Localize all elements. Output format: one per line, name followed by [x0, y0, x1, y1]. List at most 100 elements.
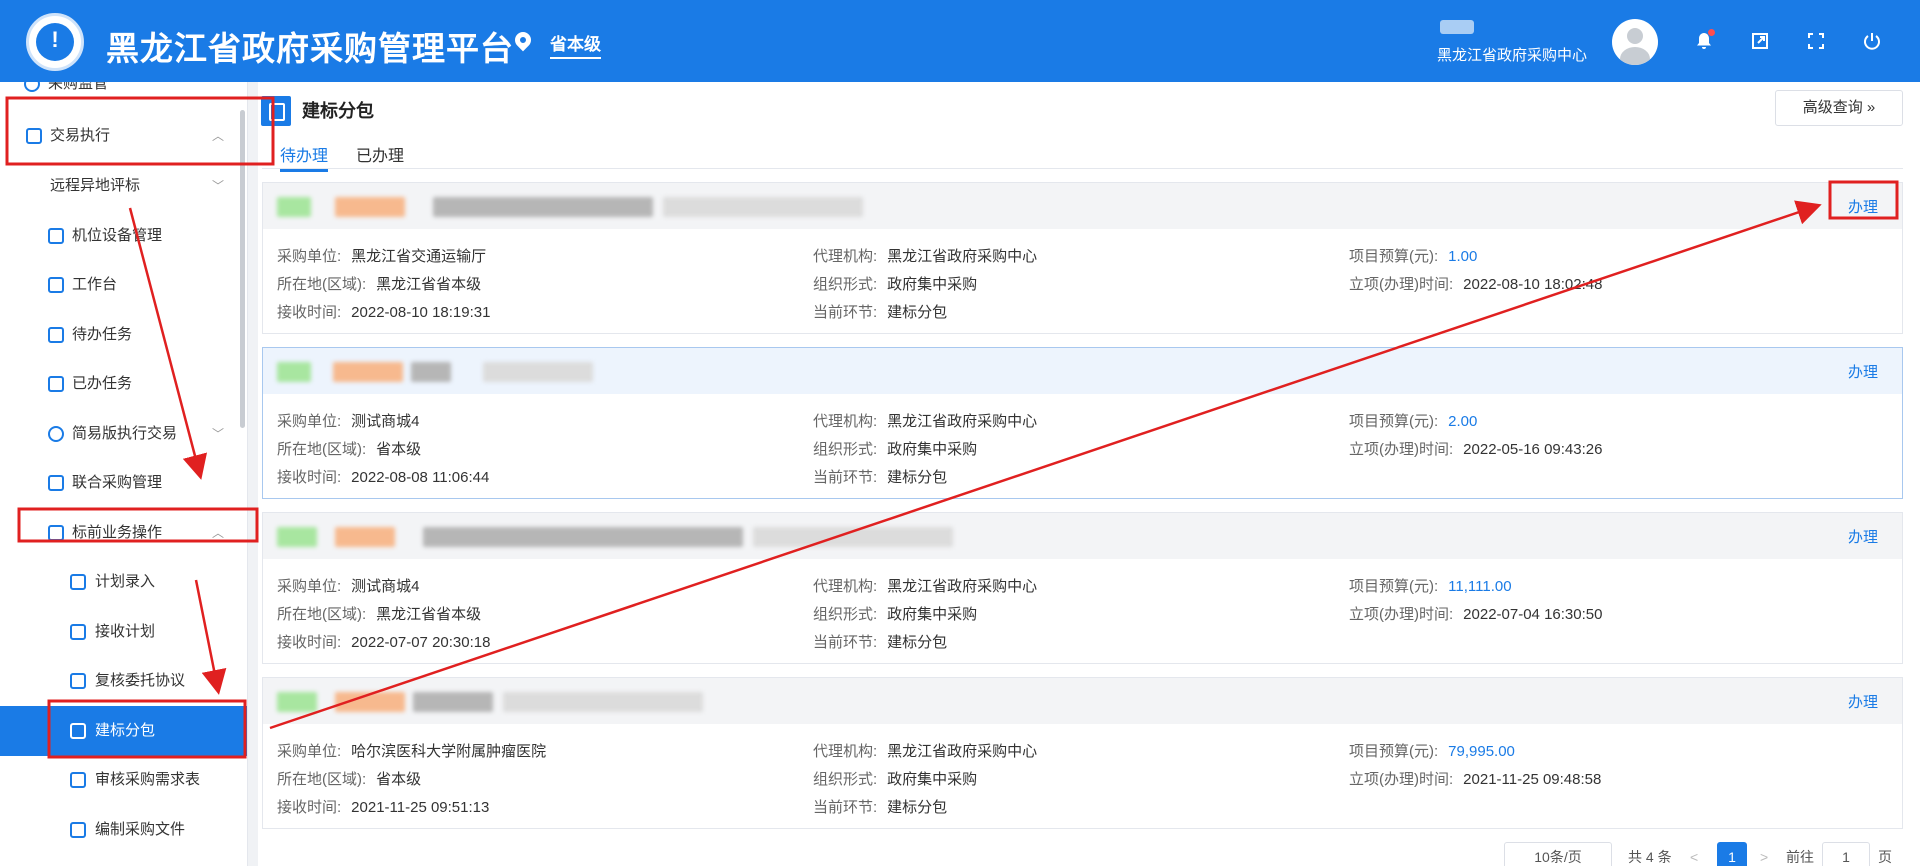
redacted-text	[413, 692, 493, 712]
field-region: 所在地(区域): 黑龙江省省本级	[277, 276, 482, 293]
edit-doc-icon	[261, 96, 291, 126]
top-header: 黑龙江省政府采购管理平台 省本级 黑龙江省政府采购中心	[0, 0, 1920, 82]
receive-icon	[70, 624, 86, 640]
sidebar: 采购监管 交易执行 ︿ 远程异地评标 ﹀ 机位设备管理 工作台 待办任务 已办任务 …	[0, 82, 248, 866]
sidebar-item-label: 联合采购管理	[72, 474, 163, 491]
sidebar-item-supervision[interactable]: 采购监管	[0, 82, 247, 104]
review-icon	[70, 673, 86, 689]
sidebar-item-done[interactable]: 已办任务	[0, 364, 247, 404]
sidebar-item-plan-entry[interactable]: 计划录入	[0, 562, 247, 602]
field-approval-time: 立项(办理)时间: 2022-08-10 18:02:48	[1349, 276, 1603, 293]
field-agency: 代理机构: 黑龙江省政府采购中心	[813, 413, 1038, 430]
todo-icon	[48, 327, 64, 343]
redacted-text	[423, 527, 743, 547]
device-icon	[48, 228, 64, 244]
handle-link[interactable]: 办理	[1848, 526, 1878, 547]
sidebar-item-label: 计划录入	[95, 573, 156, 590]
task-card: 办理 采购单位: 黑龙江省交通运输厅 代理机构: 黑龙江省政府采购中心 项目预算(元…	[262, 182, 1903, 334]
avatar[interactable]	[1612, 19, 1658, 65]
field-receive-time: 接收时间: 2021-11-25 09:51:13	[277, 799, 490, 816]
field-receive-time: 接收时间: 2022-08-08 11:06:44	[277, 469, 490, 486]
field-approval-time: 立项(办理)时间: 2021-11-25 09:48:58	[1349, 771, 1602, 788]
field-receive-time: 接收时间: 2022-08-10 18:19:31	[277, 304, 491, 321]
package-icon	[70, 723, 86, 739]
sidebar-item-workbench[interactable]: 工作台	[0, 265, 247, 305]
sidebar-item-label: 采购监管	[48, 82, 109, 92]
redacted-text	[277, 692, 317, 712]
sidebar-item-label: 接收计划	[95, 623, 156, 640]
redacted-text	[333, 362, 403, 382]
redacted-text	[483, 362, 593, 382]
sidebar-item-label: 已办任务	[72, 375, 133, 392]
field-purchaser: 采购单位: 黑龙江省交通运输厅	[277, 248, 487, 265]
sidebar-item-receive-plan[interactable]: 接收计划	[0, 612, 247, 652]
handle-link[interactable]: 办理	[1848, 361, 1878, 382]
advanced-search-button[interactable]: 高级查询 »	[1775, 90, 1903, 126]
region-selector[interactable]: 省本级	[550, 30, 601, 59]
sidebar-item-label: 简易版执行交易	[72, 425, 178, 442]
page-number-current[interactable]: 1	[1717, 842, 1747, 866]
done-icon	[48, 376, 64, 392]
user-name-blurred	[1440, 20, 1474, 34]
sidebar-item-compile-doc[interactable]: 编制采购文件	[0, 810, 247, 850]
field-budget: 项目预算(元): 11,111.00	[1349, 578, 1512, 595]
card-header: 办理	[263, 348, 1902, 394]
prev-page-icon[interactable]: <	[1690, 842, 1698, 866]
field-agency: 代理机构: 黑龙江省政府采购中心	[813, 743, 1038, 760]
field-region: 所在地(区域): 省本级	[277, 771, 422, 788]
sidebar-item-label: 远程异地评标	[50, 177, 141, 194]
joint-icon	[48, 475, 64, 491]
sidebar-item-device-mgmt[interactable]: 机位设备管理	[0, 216, 247, 256]
field-purchaser: 采购单位: 测试商城4	[277, 578, 420, 595]
power-icon[interactable]	[1862, 31, 1882, 51]
page-title: 建标分包	[302, 101, 374, 121]
external-window-icon[interactable]	[1750, 31, 1770, 51]
field-approval-time: 立项(办理)时间: 2022-07-04 16:30:50	[1349, 606, 1603, 623]
fullscreen-icon[interactable]	[1806, 31, 1826, 51]
redacted-text	[335, 692, 405, 712]
sidebar-item-label: 待办任务	[72, 326, 133, 343]
field-budget: 项目预算(元): 1.00	[1349, 248, 1478, 265]
task-card: 办理 采购单位: 测试商城4 代理机构: 黑龙江省政府采购中心 项目预算(元): 11…	[262, 512, 1903, 664]
goto-page-input[interactable]: 1	[1822, 842, 1870, 866]
sidebar-item-review-agreement[interactable]: 复核委托协议	[0, 661, 247, 701]
handle-link[interactable]: 办理	[1848, 691, 1878, 712]
chevron-down-icon: ﹀	[211, 179, 224, 193]
total-count: 共 4 条	[1628, 849, 1672, 865]
app-title: 黑龙江省政府采购管理平台	[106, 30, 514, 67]
sidebar-item-label: 编制采购文件	[95, 821, 186, 838]
handle-link[interactable]: 办理	[1848, 196, 1878, 217]
field-region: 所在地(区域): 省本级	[277, 441, 422, 458]
sidebar-item-package[interactable]: 建标分包	[0, 706, 247, 756]
clipboard-icon	[26, 128, 42, 144]
redacted-text	[753, 527, 953, 547]
sidebar-item-trade-execution[interactable]: 交易执行 ︿	[0, 116, 247, 156]
main-content: 建标分包 高级查询 » 待办理 已办理 办理 采购单位: 黑龙江省交通运输厅 代理…	[258, 82, 1920, 866]
field-region: 所在地(区域): 黑龙江省省本级	[277, 606, 482, 623]
redacted-text	[411, 362, 451, 382]
workbench-icon	[48, 277, 64, 293]
sidebar-item-audit-demand[interactable]: 审核采购需求表	[0, 760, 247, 800]
field-budget: 项目预算(元): 79,995.00	[1349, 743, 1515, 760]
field-stage: 当前环节: 建标分包	[813, 469, 948, 486]
redacted-text	[335, 197, 405, 217]
chevron-up-icon: ︿	[211, 526, 224, 540]
tab-divider	[262, 168, 1903, 169]
field-purchaser: 采购单位: 哈尔滨医科大学附属肿瘤医院	[277, 743, 547, 760]
sidebar-item-joint-purchase[interactable]: 联合采购管理	[0, 463, 247, 503]
sidebar-item-todo[interactable]: 待办任务	[0, 315, 247, 355]
page-size-select[interactable]: 10条/页	[1504, 842, 1612, 866]
sidebar-item-pre-bid[interactable]: 标前业务操作 ︿	[0, 513, 247, 553]
sidebar-item-label: 工作台	[72, 276, 118, 293]
sidebar-item-simple-trade[interactable]: 简易版执行交易 ﹀	[0, 414, 247, 454]
task-card: 办理 采购单位: 哈尔滨医科大学附属肿瘤医院 代理机构: 黑龙江省政府采购中心 项目…	[262, 677, 1903, 829]
sidebar-scrollbar[interactable]	[240, 110, 245, 428]
bell-icon[interactable]	[1694, 29, 1715, 51]
field-agency: 代理机构: 黑龙江省政府采购中心	[813, 578, 1038, 595]
plan-icon	[70, 574, 86, 590]
next-page-icon[interactable]: >	[1760, 842, 1768, 866]
cart-icon	[48, 525, 64, 541]
user-org: 黑龙江省政府采购中心	[1437, 47, 1588, 64]
field-approval-time: 立项(办理)时间: 2022-05-16 09:43:26	[1349, 441, 1603, 458]
sidebar-item-remote-eval[interactable]: 远程异地评标 ﹀	[0, 166, 247, 206]
